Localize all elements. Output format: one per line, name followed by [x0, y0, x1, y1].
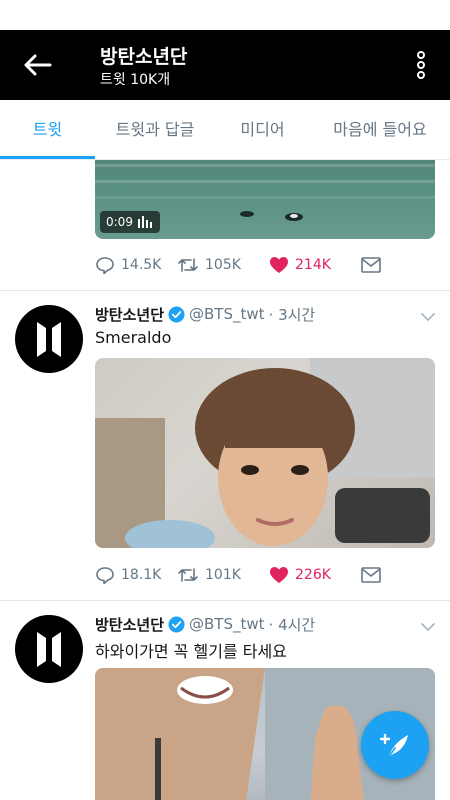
tweet-actions: 18.1K 101K 226K — [95, 562, 425, 588]
author-handle[interactable]: @BTS_twt — [189, 305, 265, 323]
compose-tweet-icon — [379, 733, 408, 759]
tweet-count: 트윗 10K개 — [100, 72, 171, 88]
tab-tweets-and-replies[interactable]: 트윗과 답글 — [95, 100, 215, 160]
like-button[interactable]: 226K — [269, 566, 361, 584]
reply-icon — [96, 257, 114, 275]
tweet-photo[interactable] — [95, 358, 435, 548]
tweet-divider — [0, 290, 450, 291]
video-duration: 0:09 — [106, 215, 133, 229]
bts-logo-icon — [37, 632, 61, 667]
avatar[interactable] — [15, 305, 83, 373]
arrow-left-icon — [24, 54, 52, 76]
profile-header: 방탄소년단 트윗 10K개 — [0, 30, 450, 100]
retweet-icon — [178, 568, 198, 582]
tweet-time: · 4시간 — [268, 615, 316, 634]
chevron-down-icon[interactable] — [420, 621, 436, 633]
retweet-button[interactable]: 105K — [177, 255, 269, 275]
chevron-down-icon[interactable] — [420, 311, 436, 323]
reply-count: 18.1K — [121, 567, 162, 583]
retweet-count: 101K — [205, 567, 241, 583]
tweet-text: 하와이가면 꼭 헬기를 타세요 — [95, 642, 287, 661]
back-button[interactable] — [20, 50, 60, 80]
heart-icon — [270, 567, 288, 583]
avatar[interactable] — [15, 615, 83, 683]
verified-badge-icon — [168, 616, 185, 632]
direct-message-button[interactable] — [361, 257, 381, 273]
tweet-feed[interactable]: 0:09 14.5K 105K 214K 방탄소년단 @BTS_twt · 3시… — [0, 160, 450, 800]
photo-placeholder — [95, 358, 435, 548]
verified-badge-icon — [168, 306, 185, 322]
direct-message-button[interactable] — [361, 567, 381, 583]
compose-tweet-button[interactable] — [361, 711, 429, 779]
active-tab-indicator — [0, 156, 95, 159]
audio-bars-icon — [137, 216, 152, 228]
tab-likes[interactable]: 마음에 들어요 — [310, 100, 450, 160]
like-count: 214K — [295, 257, 331, 273]
profile-title: 방탄소년단 — [100, 46, 188, 68]
tweet-text: Smeraldo — [95, 328, 172, 347]
tweet-time: · 3시간 — [268, 305, 316, 324]
status-bar — [0, 0, 450, 30]
author-handle[interactable]: @BTS_twt — [189, 615, 265, 633]
envelope-icon — [361, 567, 381, 583]
retweet-button[interactable]: 101K — [177, 565, 269, 585]
like-button[interactable]: 214K — [269, 256, 361, 274]
envelope-icon — [361, 257, 381, 273]
author-name[interactable]: 방탄소년단 — [95, 614, 164, 635]
reply-button[interactable]: 14.5K — [95, 255, 177, 275]
tab-tweets[interactable]: 트윗 — [0, 100, 95, 160]
author-name[interactable]: 방탄소년단 — [95, 304, 164, 325]
retweet-icon — [178, 258, 198, 272]
bts-logo-icon — [37, 322, 61, 357]
reply-icon — [96, 567, 114, 585]
like-count: 226K — [295, 567, 331, 583]
more-options-button[interactable] — [414, 50, 428, 80]
retweet-count: 105K — [205, 257, 241, 273]
tweet-header: 방탄소년단 @BTS_twt · 3시간 — [95, 303, 315, 325]
reply-count: 14.5K — [121, 257, 162, 273]
tweet-header: 방탄소년단 @BTS_twt · 4시간 — [95, 613, 315, 635]
reply-button[interactable]: 18.1K — [95, 565, 177, 585]
tweet-divider — [0, 600, 450, 601]
more-vertical-icon — [417, 51, 425, 79]
profile-tabs: 트윗 트윗과 답글 미디어 마음에 들어요 — [0, 100, 450, 160]
heart-icon — [270, 257, 288, 273]
tab-media[interactable]: 미디어 — [215, 100, 310, 160]
tweet-actions: 14.5K 105K 214K — [95, 252, 425, 278]
video-duration-badge: 0:09 — [100, 211, 160, 233]
tweet-video[interactable]: 0:09 — [95, 160, 435, 239]
